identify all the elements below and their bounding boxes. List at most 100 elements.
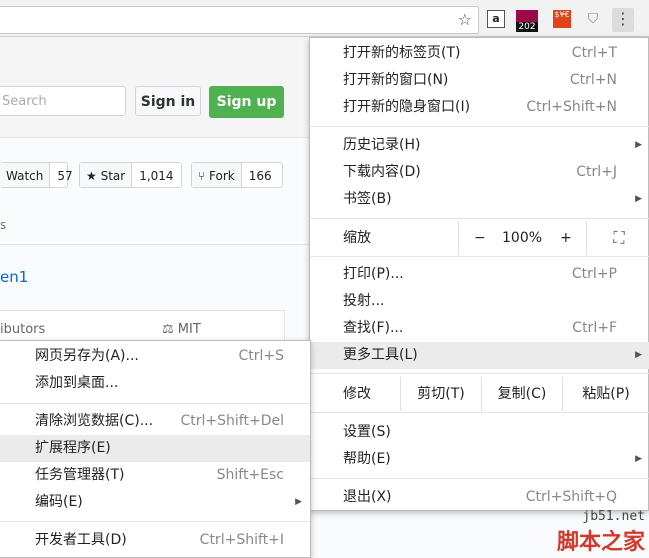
star-button[interactable]: ★ Star 1,014 [79, 162, 182, 188]
paste-button[interactable]: 粘贴(P) [562, 377, 649, 411]
menu-separator [310, 256, 649, 257]
bookmark-star-icon[interactable]: ☆ [458, 10, 472, 29]
divider [0, 244, 309, 245]
menu-item-label: 历史记录(H) [343, 137, 421, 153]
search-input[interactable]: Search [0, 86, 126, 116]
menu-item-shortcut: Ctrl+N [569, 72, 617, 88]
menu-separator [310, 126, 649, 127]
zoom-level: 100% [502, 230, 543, 246]
menu-item-shortcut: Ctrl+T [571, 45, 617, 61]
submenu-item-clear-data[interactable]: 清除浏览数据(C)... Ctrl+Shift+Del [0, 408, 310, 435]
repo-tab[interactable]: s [0, 218, 6, 232]
submenu-arrow-icon: ▶ [635, 350, 642, 360]
submenu-item-add-to-desktop[interactable]: 添加到桌面... [0, 370, 310, 397]
watermark-name: 脚本之家 [556, 530, 645, 555]
menu-item-history[interactable]: 历史记录(H) ▶ [310, 132, 649, 159]
menu-item-label: 下载内容(D) [343, 164, 421, 180]
menu-separator [0, 403, 310, 404]
menu-item-shortcut: Ctrl+J [576, 164, 617, 180]
submenu-item-label: 扩展程序(E) [35, 440, 111, 456]
submenu-item-task-manager[interactable]: 任务管理器(T) Shift+Esc [0, 462, 310, 489]
sign-in-button[interactable]: Sign in [135, 86, 201, 116]
contributors-link[interactable]: ibutors [0, 322, 45, 337]
menu-separator [0, 521, 310, 522]
extension-badge-count: 202 [516, 22, 538, 32]
shield-icon[interactable]: ⛉ [584, 10, 602, 28]
menu-item-downloads[interactable]: 下载内容(D) Ctrl+J [310, 159, 649, 186]
star-label: Star [100, 169, 126, 183]
submenu-item-label: 添加到桌面... [35, 375, 119, 391]
menu-item-cast[interactable]: 投射... [310, 288, 649, 315]
watermark: jb51.net 脚本之家 [557, 509, 645, 556]
repo-link[interactable]: en1 [0, 268, 28, 286]
menu-item-label: 查找(F)... [343, 320, 404, 336]
submenu-item-encoding[interactable]: 编码(E) ▶ [0, 489, 310, 516]
menu-item-incognito[interactable]: 打开新的隐身窗口(I) Ctrl+Shift+N [310, 94, 649, 121]
submenu-item-shortcut: Ctrl+S [238, 348, 284, 364]
watermark-url: jb51.net [582, 509, 645, 524]
menu-item-new-tab[interactable]: 打开新的标签页(T) Ctrl+T [310, 40, 649, 67]
menu-item-help[interactable]: 帮助(E) ▶ [310, 446, 649, 473]
menu-zoom-row: 缩放 − 100% + ⛶ [310, 221, 649, 255]
submenu-item-label: 网页另存为(A)... [35, 348, 139, 364]
menu-item-label: 设置(S) [343, 424, 391, 440]
menu-item-label: 打开新的隐身窗口(I) [343, 99, 471, 115]
fork-label: Fork [209, 169, 235, 183]
menu-item-settings[interactable]: 设置(S) [310, 419, 649, 446]
submenu-arrow-icon: ▶ [635, 140, 642, 150]
edit-label: 修改 [343, 386, 371, 402]
extension-badge-icon[interactable]: 202 [516, 10, 538, 32]
zoom-in-button[interactable]: + [560, 221, 572, 255]
fullscreen-icon: ⛶ [613, 228, 625, 247]
currency-extension-icon[interactable]: $¥€ [553, 10, 571, 28]
zoom-out-button[interactable]: − [474, 221, 486, 255]
submenu-arrow-icon: ▶ [295, 497, 302, 507]
submenu-item-shortcut: Ctrl+Shift+Del [180, 413, 284, 429]
watch-button[interactable]: Watch 57 [0, 162, 73, 188]
fork-label-wrap: ⑂ Fork [192, 163, 242, 187]
cut-button[interactable]: 剪切(T) [400, 377, 481, 411]
menu-item-find[interactable]: 查找(F)... Ctrl+F [310, 315, 649, 342]
extension-a-icon[interactable]: a [487, 10, 505, 28]
menu-item-shortcut: Ctrl+F [572, 320, 617, 336]
menu-item-more-tools[interactable]: 更多工具(L) ▶ [310, 342, 649, 369]
menu-item-label: 打开新的窗口(N) [343, 72, 449, 88]
menu-item-shortcut: Ctrl+Shift+N [526, 99, 617, 115]
menu-separator [310, 373, 649, 374]
submenu-item-save-as[interactable]: 网页另存为(A)... Ctrl+S [0, 343, 310, 370]
menu-item-print[interactable]: 打印(P)... Ctrl+P [310, 261, 649, 288]
fork-button[interactable]: ⑂ Fork 166 [191, 162, 283, 188]
menu-item-label: 书签(B) [343, 191, 392, 207]
menu-item-bookmarks[interactable]: 书签(B) ▶ [310, 186, 649, 213]
menu-item-label: 打开新的标签页(T) [343, 45, 461, 61]
menu-edit-row: 修改 剪切(T) 复制(C) 粘贴(P) [310, 377, 649, 411]
star-label-wrap: ★ Star [80, 163, 133, 187]
submenu-item-extensions[interactable]: 扩展程序(E) [0, 435, 310, 462]
star-icon: ★ [86, 169, 97, 183]
watch-label: Watch [0, 163, 51, 187]
zoom-label: 缩放 [343, 230, 371, 246]
fullscreen-button[interactable]: ⛶ [586, 221, 649, 255]
menu-item-new-window[interactable]: 打开新的窗口(N) Ctrl+N [310, 67, 649, 94]
menu-item-shortcut: Ctrl+P [571, 266, 617, 282]
address-bar[interactable]: ☆ [0, 6, 479, 34]
menu-item-exit[interactable]: 退出(X) Ctrl+Shift+Q [310, 484, 649, 511]
chrome-menu-button[interactable]: ⋮ [612, 8, 634, 32]
sign-up-button[interactable]: Sign up [209, 86, 284, 118]
menu-item-label: 打印(P)... [343, 266, 404, 282]
star-count[interactable]: 1,014 [132, 163, 180, 187]
copy-button[interactable]: 复制(C) [481, 377, 562, 411]
scale-icon: ⚖ [162, 322, 174, 337]
menu-item-shortcut: Ctrl+Shift+Q [525, 489, 617, 505]
menu-item-label: 更多工具(L) [343, 347, 418, 363]
submenu-item-label: 清除浏览数据(C)... [35, 413, 154, 429]
menu-item-label: 退出(X) [343, 489, 392, 505]
more-tools-submenu: 网页另存为(A)... Ctrl+S 添加到桌面... 清除浏览数据(C)...… [0, 340, 311, 558]
submenu-item-label: 开发者工具(D) [35, 532, 127, 548]
submenu-item-label: 编码(E) [35, 494, 83, 510]
submenu-item-shortcut: Ctrl+Shift+I [199, 532, 284, 548]
license-link[interactable]: ⚖ MIT [162, 322, 201, 337]
watch-count[interactable]: 57 [50, 163, 79, 187]
fork-count[interactable]: 166 [242, 163, 279, 187]
submenu-item-devtools[interactable]: 开发者工具(D) Ctrl+Shift+I [0, 527, 310, 554]
